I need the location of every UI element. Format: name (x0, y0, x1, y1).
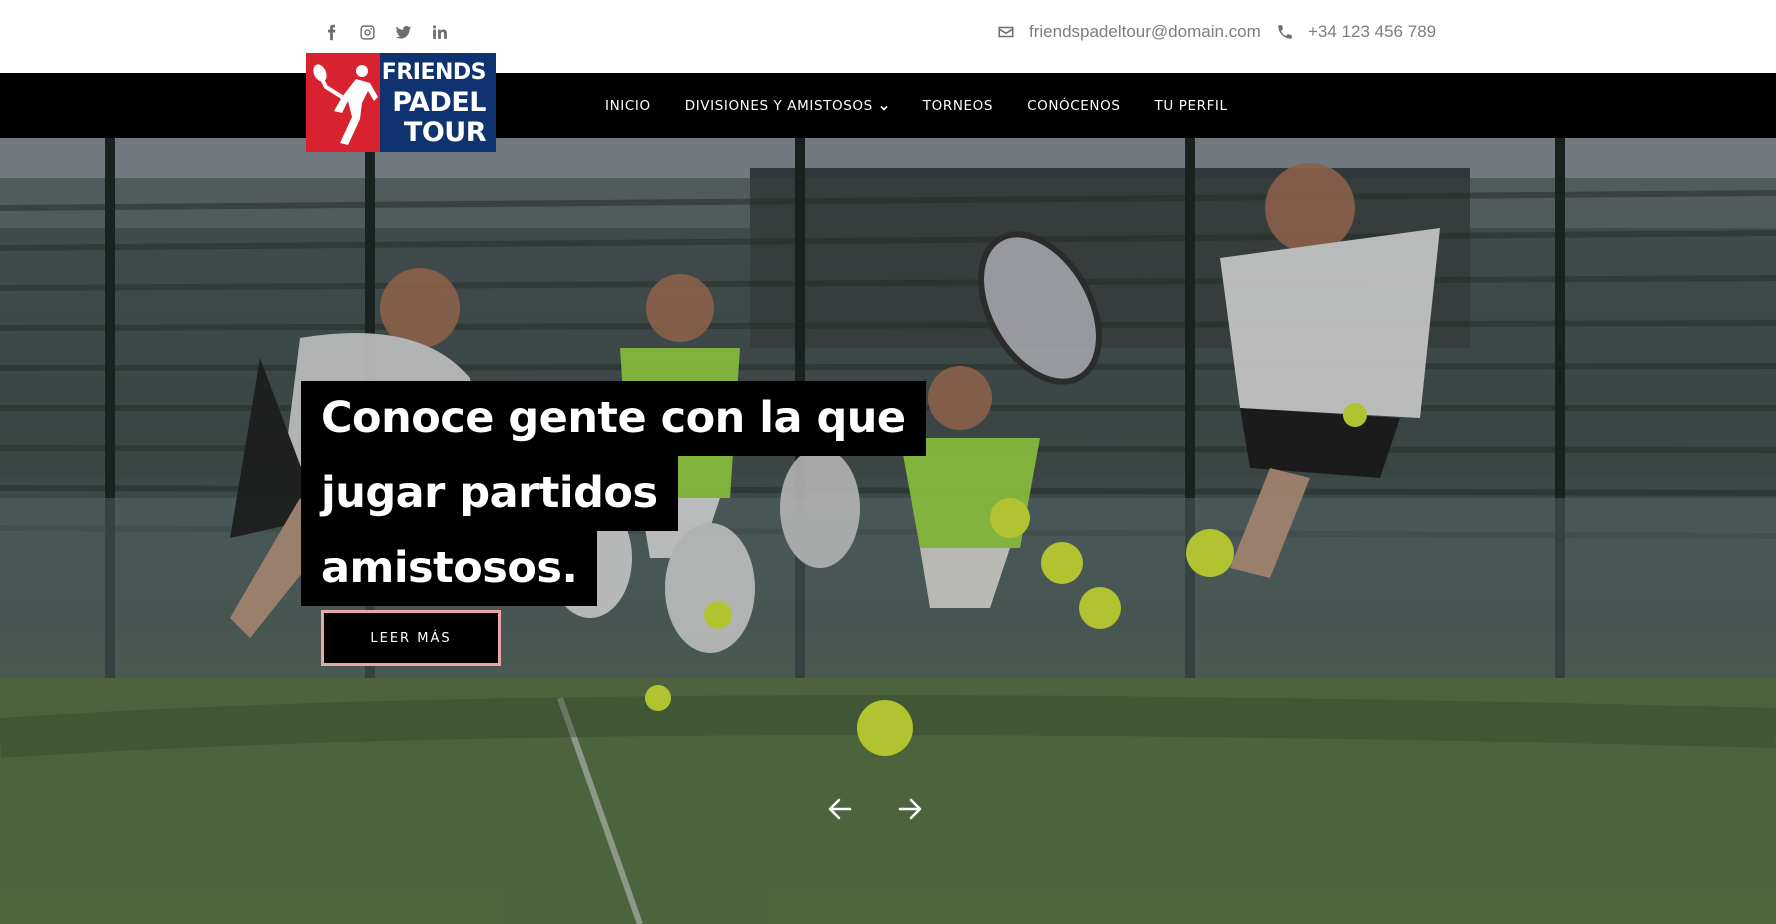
slider-prev-button[interactable] (826, 795, 854, 823)
email-text: friendspadeltour@domain.com (1029, 22, 1261, 41)
nav-item-divisiones[interactable]: DIVISIONES Y AMISTOSOS (685, 98, 889, 114)
top-bar: friendspadeltour@domain.com +34 123 456 … (0, 0, 1776, 73)
facebook-icon[interactable] (322, 21, 341, 43)
leer-mas-button[interactable]: LEER MÁS (321, 610, 501, 666)
nav-item-label: TORNEOS (922, 97, 994, 114)
social-links (322, 21, 449, 43)
hero-slider: Conoce gente con la que jugar partidos a… (0, 138, 1776, 924)
hero-headline-line: Conoce gente con la que (301, 381, 926, 456)
main-nav: INICIO DIVISIONES Y AMISTOSOS TORNEOS CO… (0, 73, 1776, 138)
nav-item-label: INICIO (605, 97, 651, 114)
logo-text-line3: TOUR (403, 117, 487, 148)
linkedin-icon[interactable] (430, 21, 449, 43)
phone-text: +34 123 456 789 (1308, 22, 1437, 41)
hero-headline: Conoce gente con la que jugar partidos a… (301, 381, 926, 606)
padel-player-icon (313, 64, 378, 145)
instagram-icon[interactable] (358, 21, 377, 43)
nav-item-inicio[interactable]: INICIO (605, 98, 651, 114)
nav-item-tu-perfil[interactable]: TU PERFIL (1155, 98, 1228, 114)
logo-text-line1: FRIENDS (381, 60, 487, 85)
envelope-icon (998, 26, 1014, 38)
twitter-icon[interactable] (394, 21, 413, 43)
slider-next-button[interactable] (896, 795, 924, 823)
logo-text-line2: PADEL (392, 87, 486, 118)
nav-item-label: CONÓCENOS (1027, 97, 1121, 114)
nav-menu: INICIO DIVISIONES Y AMISTOSOS TORNEOS CO… (605, 73, 1262, 138)
nav-item-conocenos[interactable]: CONÓCENOS (1027, 98, 1120, 114)
hero-headline-line: amistosos. (301, 531, 598, 606)
chevron-down-icon (879, 101, 889, 111)
nav-item-torneos[interactable]: TORNEOS (923, 98, 993, 114)
contact-phone[interactable]: +34 123 456 789 (1276, 22, 1436, 42)
arrow-right-icon (898, 798, 922, 820)
nav-item-label: TU PERFIL (1154, 97, 1228, 114)
arrow-left-icon (828, 798, 852, 820)
site-logo[interactable]: FRIENDS PADEL TOUR (306, 53, 496, 152)
nav-item-label: DIVISIONES Y AMISTOSOS (684, 97, 873, 114)
phone-icon (1278, 25, 1292, 39)
contact-email[interactable]: friendspadeltour@domain.com (997, 22, 1261, 42)
hero-headline-line: jugar partidos (301, 456, 678, 531)
